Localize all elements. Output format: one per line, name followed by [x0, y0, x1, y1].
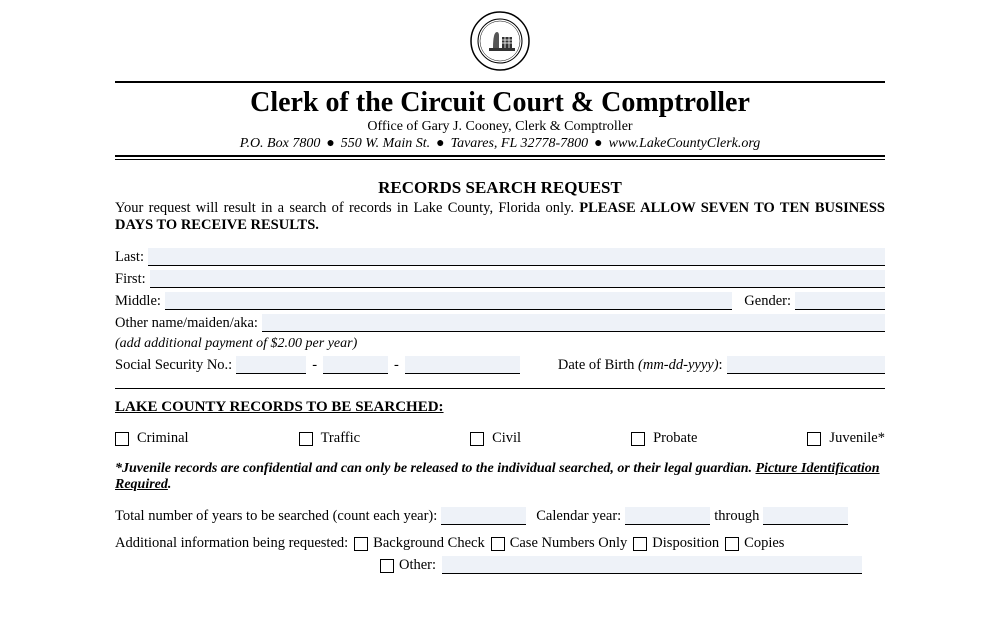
- other-label: Other:: [399, 557, 436, 574]
- ssn-1-input[interactable]: [236, 356, 306, 374]
- divider: [115, 388, 885, 389]
- traffic-checkbox[interactable]: [299, 432, 313, 446]
- dob-label: Date of Birth (mm-dd-yyyy):: [558, 357, 723, 374]
- juvenile-checkbox[interactable]: [807, 432, 821, 446]
- dob-input[interactable]: [727, 356, 885, 374]
- subtitle: Office of Gary J. Cooney, Clerk & Comptr…: [115, 119, 885, 135]
- year-to-input[interactable]: [763, 507, 848, 525]
- year-from-input[interactable]: [625, 507, 710, 525]
- bgcheck-checkbox[interactable]: [354, 537, 368, 551]
- court-seal: [115, 10, 885, 77]
- disposition-checkbox[interactable]: [633, 537, 647, 551]
- divider: [115, 159, 885, 160]
- aka-note: (add additional payment of $2.00 per yea…: [115, 336, 885, 352]
- records-heading: LAKE COUNTY RECORDS TO BE SEARCHED:: [115, 399, 885, 416]
- dash: -: [392, 357, 401, 374]
- ssn-label: Social Security No.:: [115, 357, 232, 374]
- gender-input[interactable]: [795, 292, 885, 310]
- record-types-row: Criminal Traffic Civil Probate Juvenile*: [115, 430, 885, 447]
- juvenile-disclaimer: *Juvenile records are confidential and c…: [115, 461, 885, 493]
- website: www.LakeCountyClerk.org: [609, 136, 761, 151]
- first-input[interactable]: [150, 270, 885, 288]
- probate-checkbox[interactable]: [631, 432, 645, 446]
- city: Tavares, FL 32778-7800: [451, 136, 589, 151]
- calendar-label: Calendar year:: [536, 508, 621, 525]
- aka-label: Other name/maiden/aka:: [115, 315, 258, 332]
- main-title: Clerk of the Circuit Court & Comptroller: [115, 87, 885, 119]
- traffic-label: Traffic: [321, 430, 360, 447]
- first-label: First:: [115, 271, 146, 288]
- aka-input[interactable]: [262, 314, 885, 332]
- years-input[interactable]: [441, 507, 526, 525]
- intro-text: Your request will result in a search of …: [115, 200, 885, 234]
- po-box: P.O. Box 7800: [240, 136, 321, 151]
- civil-label: Civil: [492, 430, 521, 447]
- dash: -: [310, 357, 319, 374]
- divider: [115, 155, 885, 157]
- copies-checkbox[interactable]: [725, 537, 739, 551]
- divider: [115, 81, 885, 83]
- ssn-3-input[interactable]: [405, 356, 520, 374]
- form-title: RECORDS SEARCH REQUEST: [115, 178, 885, 198]
- copies-label: Copies: [744, 535, 784, 552]
- ssn-2-input[interactable]: [323, 356, 388, 374]
- last-input[interactable]: [148, 248, 885, 266]
- years-label: Total number of years to be searched (co…: [115, 508, 437, 525]
- other-checkbox[interactable]: [380, 559, 394, 573]
- criminal-label: Criminal: [137, 430, 189, 447]
- middle-label: Middle:: [115, 293, 161, 310]
- gender-label: Gender:: [744, 293, 791, 310]
- through-label: through: [714, 508, 759, 525]
- disclaimer-main: *Juvenile records are confidential and c…: [115, 461, 752, 476]
- disposition-label: Disposition: [652, 535, 719, 552]
- probate-label: Probate: [653, 430, 697, 447]
- last-label: Last:: [115, 249, 144, 266]
- casenum-checkbox[interactable]: [491, 537, 505, 551]
- bgcheck-label: Background Check: [373, 535, 485, 552]
- civil-checkbox[interactable]: [470, 432, 484, 446]
- street: 550 W. Main St.: [341, 136, 430, 151]
- addl-label: Additional information being requested:: [115, 535, 348, 552]
- criminal-checkbox[interactable]: [115, 432, 129, 446]
- address-line: P.O. Box 7800●550 W. Main St.●Tavares, F…: [115, 136, 885, 152]
- casenum-label: Case Numbers Only: [510, 535, 628, 552]
- intro-prefix: Your request will result in a search of …: [115, 200, 579, 216]
- juvenile-label: Juvenile*: [829, 430, 885, 447]
- middle-input[interactable]: [165, 292, 732, 310]
- other-input[interactable]: [442, 556, 862, 574]
